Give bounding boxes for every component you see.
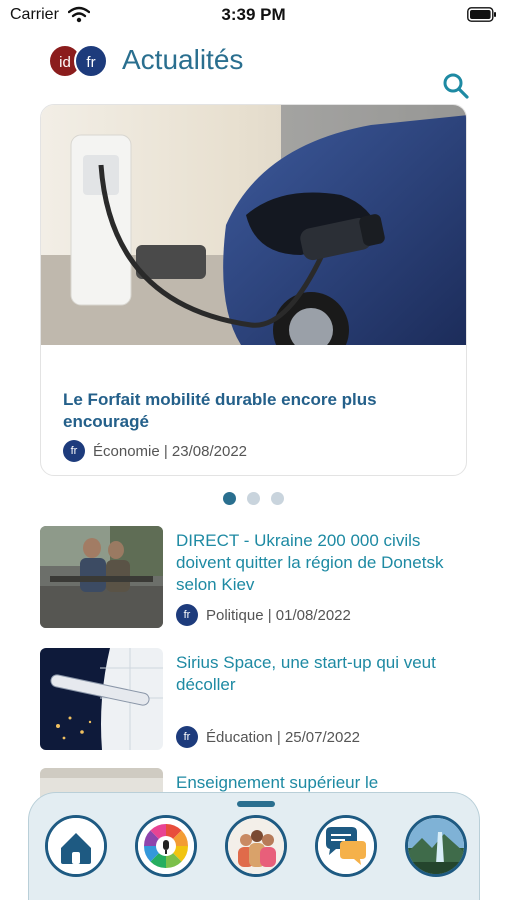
source-badge: fr [63,440,85,462]
nav-categories-button[interactable] [135,815,197,877]
featured-article-title[interactable]: Le Forfait mobilité durable encore plus … [63,389,453,433]
battery-icon [467,7,496,22]
nav-home-button[interactable] [45,815,107,877]
page-title: Actualités [122,44,244,75]
article-meta: fr Politique | 01/08/2022 [176,604,351,626]
nav-discover-button[interactable] [405,815,467,877]
category-date: Économie | 23/08/2022 [93,442,248,460]
carousel-pagination [0,492,507,506]
community-icon [228,818,284,874]
tray-drag-handle[interactable] [237,801,275,807]
source-badge: fr [176,604,198,626]
article-list-item[interactable]: DIRECT - Ukraine 200 000 civils doivent … [40,526,470,630]
nav-community-button[interactable] [225,815,287,877]
category-date: Politique | 01/08/2022 [206,606,351,624]
search-icon[interactable] [442,72,470,100]
bottom-navigation-tray [28,792,480,900]
featured-article-image [41,105,466,345]
category-date: Éducation | 25/07/2022 [206,728,361,746]
page-dot-2[interactable] [247,492,260,505]
featured-article-card[interactable]: Le Forfait mobilité durable encore plus … [40,104,467,476]
article-meta: fr Éducation | 25/07/2022 [176,726,360,748]
nav-chat-button[interactable] [315,815,377,877]
status-bar: Carrier 3:39 PM [0,0,507,32]
article-title[interactable]: DIRECT - Ukraine 200 000 civils doivent … [176,530,472,596]
article-thumbnail [40,526,163,628]
article-list-item[interactable]: Sirius Space, une start-up qui veut déco… [40,648,470,752]
featured-article-meta: fr Économie | 23/08/2022 [63,439,247,463]
source-badge: fr [176,726,198,748]
clock: 3:39 PM [221,5,286,24]
home-icon [48,818,104,874]
categories-wheel-icon [138,818,194,874]
page-dot-3[interactable] [271,492,284,505]
logo-fr-badge: fr [74,44,108,78]
article-title[interactable]: Sirius Space, une start-up qui veut déco… [176,652,472,696]
landscape-icon [408,818,464,874]
header: id fr Actualités [0,40,507,106]
page-dot-1[interactable] [223,492,236,505]
article-title[interactable]: Enseignement supérieur le [176,772,472,794]
app-logo: id fr [48,44,110,80]
article-thumbnail [40,648,163,750]
chat-bubble-icon [318,818,374,874]
